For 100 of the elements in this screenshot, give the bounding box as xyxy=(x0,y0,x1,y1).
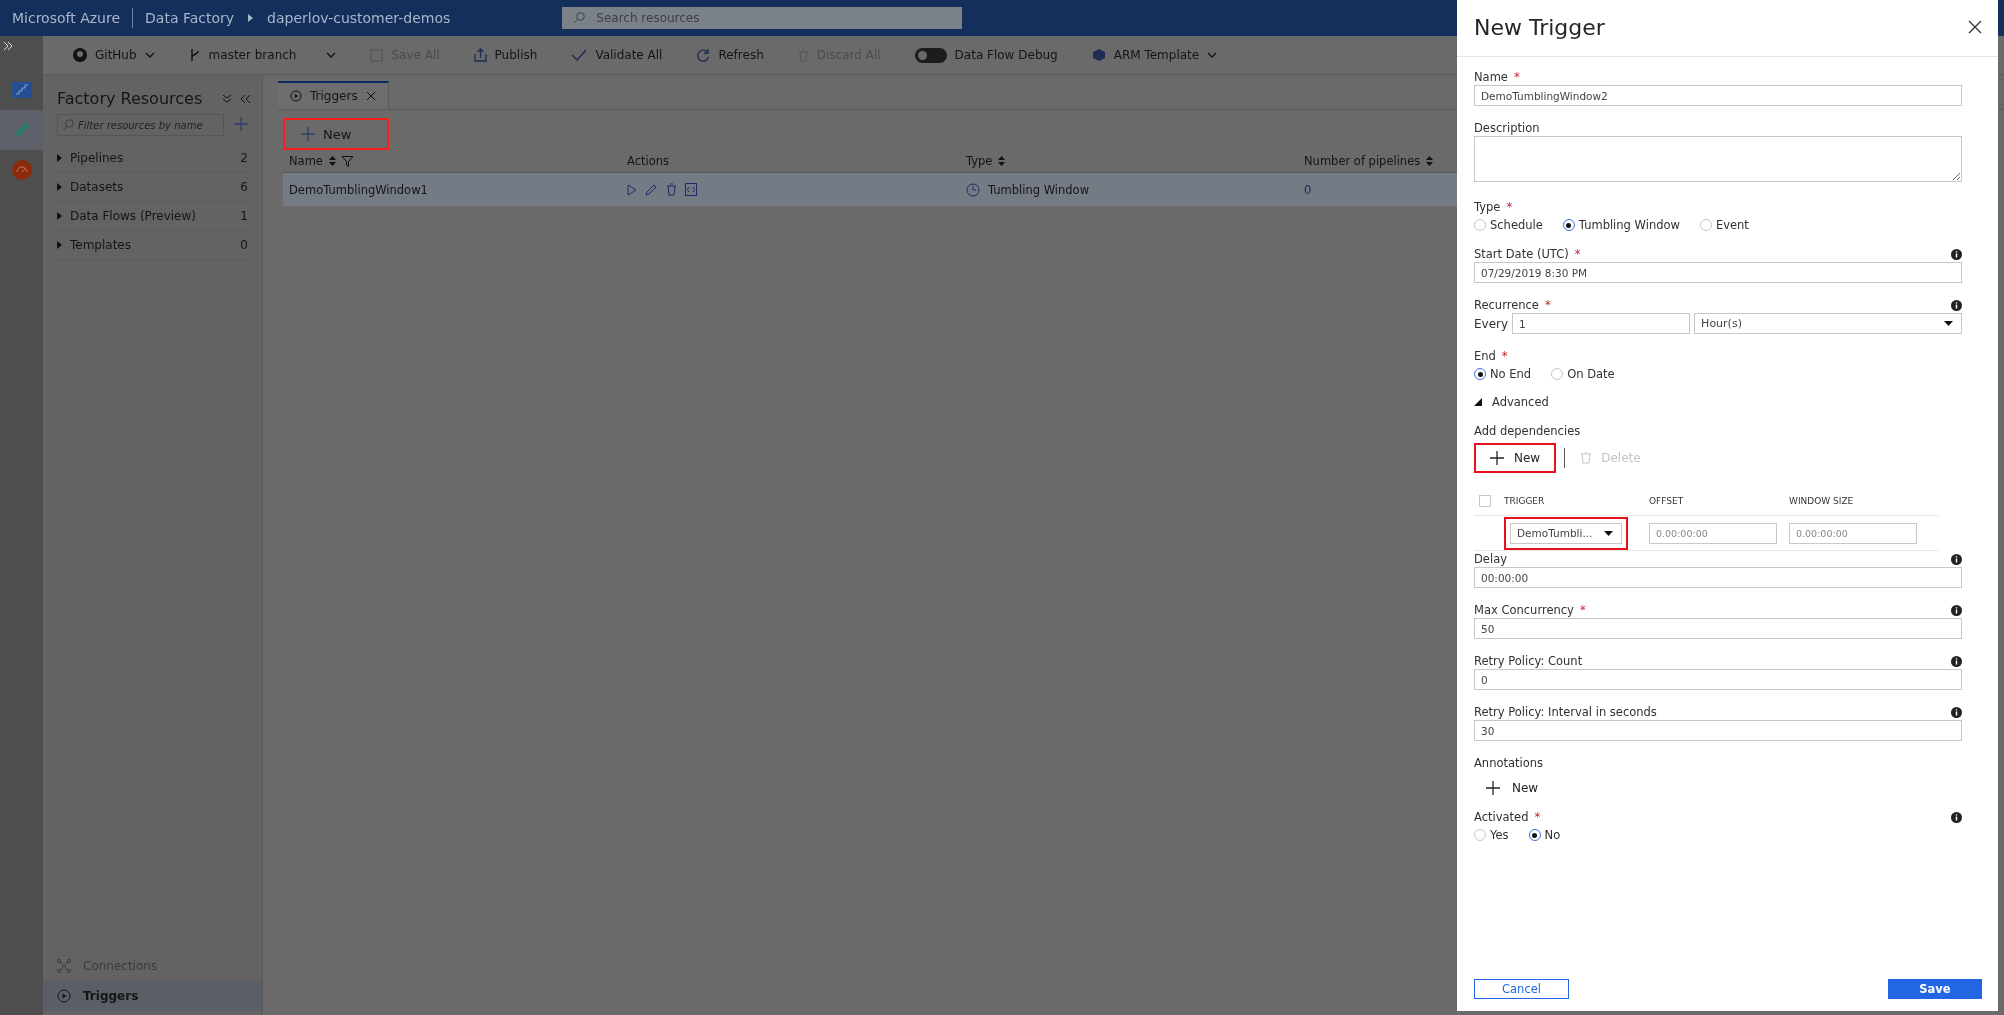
trash-icon[interactable] xyxy=(666,183,677,196)
column-header: Actions xyxy=(627,154,669,168)
sidebar-title: Factory Resources xyxy=(57,89,204,108)
sort-icon[interactable] xyxy=(1426,156,1434,166)
filter-icon[interactable] xyxy=(341,155,353,167)
plus-icon xyxy=(1490,451,1504,465)
radio-option[interactable]: No xyxy=(1528,828,1561,842)
field-label: Type xyxy=(1474,200,1501,214)
toolbar-button[interactable]: ARM Template xyxy=(1089,46,1220,64)
window-size-field[interactable]: 0.00:00:00 xyxy=(1789,522,1917,544)
service-label[interactable]: Data Factory xyxy=(133,10,247,26)
collapse-icon[interactable] xyxy=(241,94,250,103)
triangle-icon xyxy=(1474,398,1482,406)
field-label: Start Date (UTC) xyxy=(1474,247,1569,261)
pipeline-count-link[interactable]: 0 xyxy=(1304,182,1312,197)
select-all-checkbox[interactable] xyxy=(1479,495,1491,507)
branch-icon xyxy=(188,48,201,62)
info-icon[interactable] xyxy=(1951,604,1962,616)
text-field[interactable]: 00:00:00 xyxy=(1474,567,1962,588)
required-mark: * xyxy=(1534,810,1541,824)
field-label: Delay xyxy=(1474,552,1507,566)
chevron-down-icon xyxy=(1207,52,1218,58)
offset-field[interactable]: 0.00:00:00 xyxy=(1649,522,1777,544)
text-field[interactable]: 0 xyxy=(1474,669,1962,690)
column-header: Type xyxy=(966,154,993,168)
factory-label[interactable]: daperlov-customer-demos xyxy=(255,10,463,26)
collapse-all-icon[interactable] xyxy=(223,94,231,103)
play-circle-icon xyxy=(290,90,302,102)
radio-option[interactable]: Event xyxy=(1699,218,1749,232)
field-label: Name xyxy=(1474,70,1508,84)
filter-field[interactable]: Filter resources by name xyxy=(57,114,224,136)
field-label: Add dependencies xyxy=(1474,424,1581,438)
text-field[interactable]: DemoTumblingWindow2 xyxy=(1474,85,1962,106)
sort-icon[interactable] xyxy=(998,156,1006,166)
required-mark: * xyxy=(1574,247,1581,261)
column-header: WINDOW SIZE xyxy=(1789,496,1854,506)
connections-icon xyxy=(57,959,71,973)
toolbar-button[interactable]: GitHub xyxy=(71,46,157,64)
panel-title: New Trigger xyxy=(1474,17,1605,39)
field-label: Recurrence xyxy=(1474,298,1539,312)
cancel-button[interactable]: Cancel xyxy=(1474,979,1569,999)
check-icon xyxy=(571,49,588,61)
info-icon[interactable] xyxy=(1951,655,1962,667)
column-header: TRIGGER xyxy=(1504,496,1545,506)
info-icon[interactable] xyxy=(1951,706,1962,718)
plus-icon xyxy=(1486,781,1500,795)
description-field[interactable] xyxy=(1474,136,1962,182)
every-label: Every xyxy=(1474,316,1509,331)
add-icon xyxy=(234,116,248,131)
trash-icon xyxy=(1581,452,1592,464)
code-icon[interactable] xyxy=(685,183,697,196)
info-icon[interactable] xyxy=(1951,299,1962,311)
interval-field[interactable]: 1 xyxy=(1512,313,1691,334)
plus-icon xyxy=(301,127,315,141)
sort-icon[interactable] xyxy=(328,156,336,166)
cube-icon xyxy=(1091,48,1106,62)
chevron-down-icon xyxy=(326,52,337,58)
toolbar-button[interactable]: Validate All xyxy=(569,46,665,64)
radio-option[interactable]: No End xyxy=(1474,367,1532,381)
pencil-icon[interactable] xyxy=(645,183,658,196)
brand-label[interactable]: Microsoft Azure xyxy=(0,10,133,26)
new-dependency-button[interactable]: New xyxy=(1474,443,1557,473)
radio-option[interactable]: Schedule xyxy=(1474,218,1543,232)
new-annotation-button[interactable]: New xyxy=(1474,771,1539,795)
toolbar-button[interactable]: Refresh xyxy=(694,46,766,64)
debug-toggle[interactable]: Data Flow Debug xyxy=(912,45,1060,65)
table-cell[interactable]: DemoTumblingWindow1 xyxy=(289,182,428,197)
new-trigger-button[interactable]: New xyxy=(283,118,389,150)
play-icon[interactable] xyxy=(627,183,637,196)
field-label: Retry Policy: Count xyxy=(1474,654,1583,668)
expand-icon[interactable] xyxy=(4,42,13,50)
table-cell: Tumbling Window xyxy=(988,182,1090,197)
toolbar-button[interactable]: master branch xyxy=(186,46,339,64)
field-label: End xyxy=(1474,349,1496,363)
required-mark: * xyxy=(1544,298,1551,312)
radio-option[interactable]: On Date xyxy=(1551,367,1615,381)
text-field[interactable]: 07/29/2019 8:30 PM xyxy=(1474,262,1962,283)
info-icon[interactable] xyxy=(1951,248,1962,260)
unit-dropdown[interactable]: Hour(s) xyxy=(1694,313,1962,334)
advanced-toggle[interactable]: Advanced xyxy=(1474,395,1962,409)
field-label: Description xyxy=(1474,121,1540,135)
radio-option[interactable]: Tumbling Window xyxy=(1562,218,1680,232)
chart-icon xyxy=(11,82,32,98)
github-icon xyxy=(73,48,87,62)
save-button[interactable]: Save xyxy=(1888,979,1982,999)
required-mark: * xyxy=(1579,603,1586,617)
upload-icon xyxy=(473,48,487,62)
info-icon[interactable] xyxy=(1951,811,1962,823)
search-field[interactable]: Search resources xyxy=(562,7,963,29)
info-icon[interactable] xyxy=(1951,553,1962,565)
radio-option[interactable]: Yes xyxy=(1474,828,1509,842)
caret-icon xyxy=(1604,530,1613,536)
trigger-dropdown[interactable]: DemoTumbli... xyxy=(1510,522,1622,544)
text-field[interactable]: 30 xyxy=(1474,720,1962,741)
text-field[interactable]: 50 xyxy=(1474,618,1962,639)
required-mark: * xyxy=(1506,200,1513,214)
field-label: Activated xyxy=(1474,810,1529,824)
tab[interactable]: Triggers xyxy=(278,81,389,109)
toolbar-button[interactable]: Publish xyxy=(471,46,540,64)
caret-icon xyxy=(1944,321,1953,326)
